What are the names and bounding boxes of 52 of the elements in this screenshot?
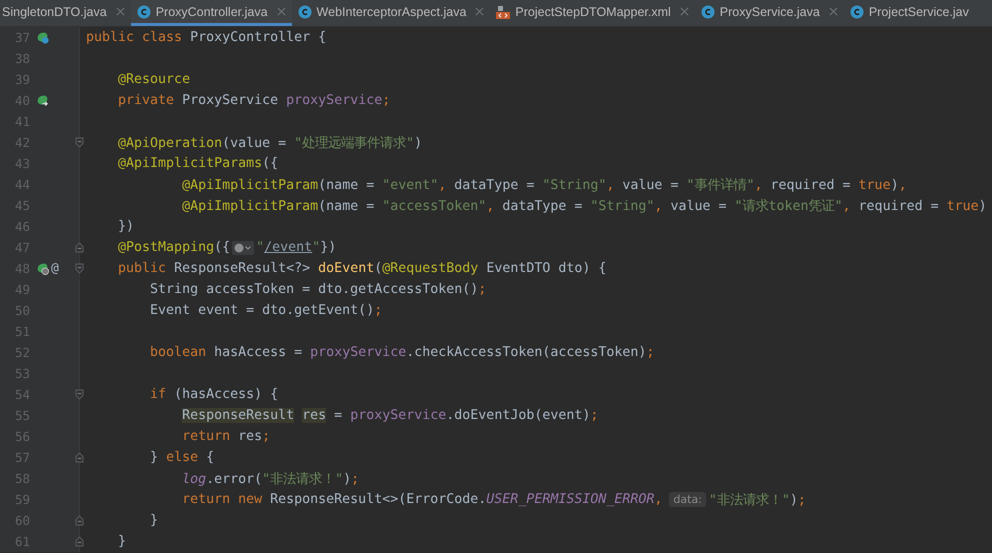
fold-end-icon[interactable] — [75, 536, 84, 547]
code-text: @ApiOperation(value = "处理远端事件请求") — [117, 134, 422, 152]
code-text: "非法请求！"); — [708, 492, 806, 508]
editor-tab[interactable]: ProjectStepDTOMapper.xml — [490, 0, 695, 26]
code-text: @Resource — [117, 72, 190, 87]
bean-globe-icon[interactable] — [36, 262, 49, 275]
code-text: public ResponseResult<?> doEvent(@RequestBody EventDTO dto) { — [117, 261, 606, 276]
close-icon[interactable] — [680, 7, 689, 16]
editor-tab[interactable]: SingletonDTO.java — [0, 0, 131, 26]
code-text: return res; — [181, 429, 270, 444]
code-text: } — [149, 513, 158, 528]
xml-file-icon — [496, 4, 510, 18]
editor-tab[interactable]: ProxyController.java — [130, 0, 292, 26]
code-text: @PostMapping({ — [117, 240, 230, 255]
code-text: ResponseResult res = proxyService.doEventJob(event); — [181, 408, 598, 423]
close-icon[interactable] — [116, 7, 125, 16]
bean-arrow-icon[interactable] — [36, 94, 49, 107]
editor-tab[interactable]: ProxyService.java — [694, 0, 844, 26]
fold-start-icon[interactable] — [75, 389, 84, 400]
editor-tab[interactable]: WebInterceptorAspect.java — [292, 0, 490, 26]
code-text: if (hasAccess) { — [149, 387, 278, 402]
code-text: } else { — [149, 450, 214, 465]
code-text: boolean hasAccess = proxyService.checkAccessToken(accessToken); — [149, 345, 654, 360]
code-text: Event event = dto.getEvent(); — [149, 303, 382, 318]
close-icon[interactable] — [276, 7, 286, 16]
class-file-icon — [136, 4, 151, 18]
code-text: }) — [117, 219, 134, 234]
gutter-mark[interactable]: @ — [51, 261, 59, 276]
inlay-hint: data: — [669, 492, 706, 507]
fold-end-icon[interactable] — [75, 515, 84, 526]
close-icon[interactable] — [475, 7, 484, 16]
code-text: return new ResponseResult<>(ErrorCode.USER_PERMISSION_ERROR, — [181, 492, 662, 507]
class-file-icon — [700, 4, 715, 18]
fold-start-icon[interactable] — [75, 263, 84, 274]
code-text: private ProxyService proxyService; — [117, 93, 390, 108]
fold-start-icon[interactable] — [75, 137, 84, 148]
code-text: @ApiImplicitParam(name = "accessToken", dataType = "String", value = "请求token凭证", required = true) — [181, 198, 987, 214]
code-text: String accessToken = dto.getAccessToken(); — [149, 282, 486, 297]
editor-tab[interactable]: ProjectService.jav — [844, 0, 975, 26]
class-file-icon — [298, 4, 312, 18]
code-text: @ApiImplicitParam(name = "event", dataType = "String", value = "事件详情", required = true), — [181, 176, 907, 194]
close-icon[interactable] — [828, 7, 838, 16]
code-text: @ApiImplicitParams({ — [117, 156, 278, 171]
class-file-icon — [850, 4, 864, 18]
code-text: "/event"}) — [256, 240, 336, 255]
code-text: } — [117, 534, 126, 549]
code-text: log.error("非法请求！"); — [181, 470, 360, 488]
fold-end-icon[interactable] — [75, 452, 84, 463]
fold-end-icon[interactable] — [75, 242, 84, 253]
bean-class-icon[interactable] — [36, 31, 49, 44]
code-text: public class ProxyController { — [86, 30, 326, 45]
globe-dropdown-icon[interactable] — [232, 240, 254, 254]
